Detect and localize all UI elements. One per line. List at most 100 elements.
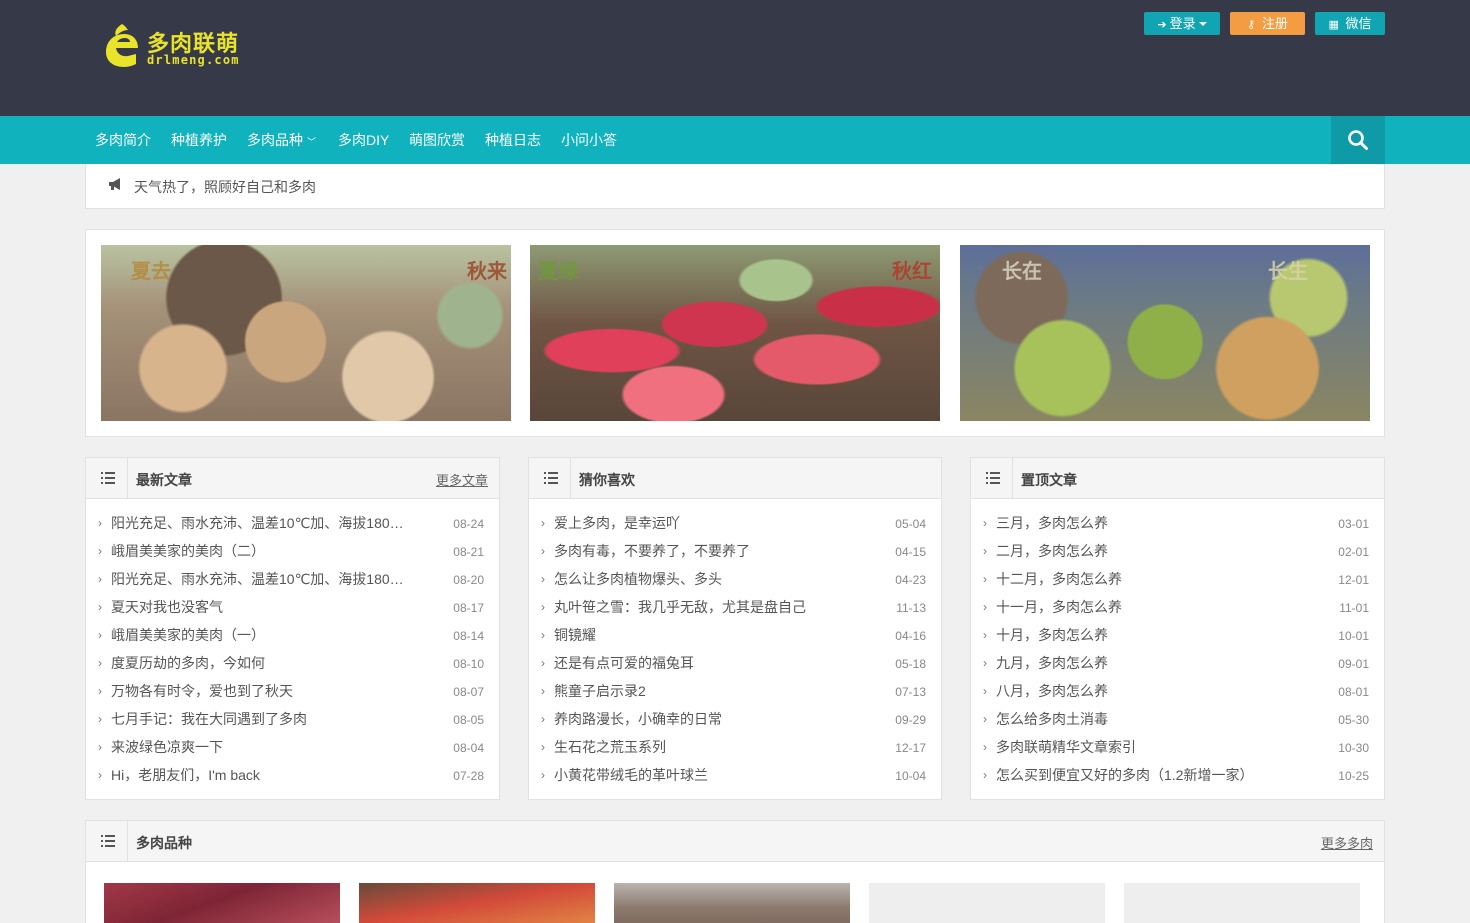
list-item[interactable]: › 爱上多肉，是幸运吖 05-04 [541,513,926,541]
panel-header: 猜你喜欢 [529,458,941,499]
list-item[interactable]: › 多肉联萌精华文章索引 10-30 [983,737,1369,765]
article-title[interactable]: 八月，多肉怎么养 [996,681,1108,701]
list-item[interactable]: › 怎么买到便宜又好的多肉（1.2新增一家） 10-25 [983,765,1369,793]
article-title[interactable]: 爱上多肉，是幸运吖 [554,513,680,533]
login-button[interactable]: ➔ 登录 [1144,12,1220,35]
list-item[interactable]: › 二月，多肉怎么养 02-01 [983,541,1369,569]
list-item[interactable]: › 生石花之荒玉系列 12-17 [541,737,926,765]
list-item[interactable]: › 峨眉美美家的美肉（二） 08-21 [98,541,484,569]
nav-item-diy[interactable]: 多肉DIY [338,116,389,164]
list-item[interactable]: › 八月，多肉怎么养 08-01 [983,681,1369,709]
list-item[interactable]: › 峨眉美美家的美肉（一） 08-14 [98,625,484,653]
article-title[interactable]: 多肉有毒，不要养了，不要养了 [554,541,750,561]
nav-item-intro[interactable]: 多肉简介 [95,116,151,164]
list-item[interactable]: › 十月，多肉怎么养 10-01 [983,625,1369,653]
article-date: 07-28 [453,769,484,783]
panel-title: 最新文章 [136,472,192,488]
list-item[interactable]: › 十一月，多肉怎么养 11-01 [983,597,1369,625]
article-title[interactable]: 阳光充足、雨水充沛、温差10℃加、海拔1800米 [111,513,411,533]
more-varieties-link[interactable]: 更多多肉 [1321,833,1373,852]
article-title[interactable]: 怎么让多肉植物爆头、多头 [554,569,722,589]
list-item[interactable]: › 阳光充足、雨水充沛、温差10℃加、海拔1800米 08-24 [98,513,484,541]
article-title[interactable]: 熊童子启示录2 [554,681,646,701]
article-title[interactable]: 阳光充足、雨水充沛、温差10℃加、海拔1800米 [111,569,411,589]
search-button[interactable] [1331,116,1385,164]
slide-image[interactable]: 长在 长生 [960,245,1370,421]
more-articles-link[interactable]: 更多文章 [436,470,488,489]
article-title[interactable]: 铜镜耀 [554,625,596,645]
list-item[interactable]: › 小黄花带绒毛的革叶球兰 10-04 [541,765,926,793]
article-title[interactable]: 九月，多肉怎么养 [996,653,1108,673]
article-date: 11-13 [896,601,926,615]
variety-thumbnail[interactable] [359,883,595,923]
list-item[interactable]: › Hi，老朋友们，I'm back 07-28 [98,765,484,793]
list-item[interactable]: › 养肉路漫长，小确幸的日常 09-29 [541,709,926,737]
slide-caption-right: 长生 [1268,259,1308,283]
article-title[interactable]: 万物各有时令，爱也到了秋天 [111,681,293,701]
variety-thumbnail[interactable] [869,883,1105,923]
article-title[interactable]: 十二月，多肉怎么养 [996,569,1122,589]
megaphone-icon [109,178,120,190]
list-item[interactable]: › 万物各有时令，爱也到了秋天 08-07 [98,681,484,709]
article-title[interactable]: 度夏历劫的多肉，今如何 [111,653,265,673]
panel-title: 猜你喜欢 [579,472,635,488]
slide-image[interactable]: 夏去 秋来 [101,245,511,421]
article-title[interactable]: 养肉路漫长，小确幸的日常 [554,709,722,729]
site-logo[interactable]: 多肉联萌 drlmeng.com [100,22,250,70]
article-date: 07-13 [895,685,926,699]
article-title[interactable]: 还是有点可爱的福兔耳 [554,653,694,673]
variety-thumbnail[interactable] [1124,883,1360,923]
list-item[interactable]: › 丸叶笹之雪：我几乎无敌，尤其是盘自己 11-13 [541,597,926,625]
list-item[interactable]: › 多肉有毒，不要养了，不要养了 04-15 [541,541,926,569]
article-date: 10-04 [895,769,926,783]
list-item[interactable]: › 还是有点可爱的福兔耳 05-18 [541,653,926,681]
article-title[interactable]: 丸叶笹之雪：我几乎无敌，尤其是盘自己 [554,597,806,617]
article-title[interactable]: 夏天对我也没客气 [111,597,223,617]
list-item[interactable]: › 熊童子启示录2 07-13 [541,681,926,709]
list-item[interactable]: › 怎么给多肉土消毒 05-30 [983,709,1369,737]
article-title[interactable]: 多肉联萌精华文章索引 [996,737,1136,757]
chevron-right-icon: › [541,740,545,754]
section-title: 多肉品种 [136,835,192,851]
list-item[interactable]: › 度夏历劫的多肉，今如何 08-10 [98,653,484,681]
article-date: 10-01 [1338,629,1369,643]
nav-item-care[interactable]: 种植养护 [171,116,227,164]
list-item[interactable]: › 来波绿色凉爽一下 08-04 [98,737,484,765]
variety-thumbnail[interactable] [614,883,850,923]
article-title[interactable]: Hi，老朋友们，I'm back [111,765,260,785]
panel-title: 置顶文章 [1021,472,1077,488]
article-title[interactable]: 怎么给多肉土消毒 [996,709,1108,729]
wechat-button[interactable]: ▦ 微信 [1315,12,1385,35]
article-title[interactable]: 小黄花带绒毛的革叶球兰 [554,765,708,785]
nav-item-diary[interactable]: 种植日志 [485,116,541,164]
nav-item-qa[interactable]: 小问小答 [561,116,617,164]
list-item[interactable]: › 九月，多肉怎么养 09-01 [983,653,1369,681]
article-title[interactable]: 怎么买到便宜又好的多肉（1.2新增一家） [996,765,1253,785]
list-item[interactable]: › 怎么让多肉植物爆头、多头 04-23 [541,569,926,597]
list-item[interactable]: › 夏天对我也没客气 08-17 [98,597,484,625]
variety-thumbnail[interactable] [104,883,340,923]
nav-item-varieties[interactable]: 多肉品种 ﹀ [247,116,316,164]
article-title[interactable]: 三月，多肉怎么养 [996,513,1108,533]
nav-item-gallery[interactable]: 萌图欣赏 [409,116,465,164]
list-item[interactable]: › 三月，多肉怎么养 03-01 [983,513,1369,541]
list-item[interactable]: › 阳光充足、雨水充沛、温差10℃加、海拔1800米 08-20 [98,569,484,597]
article-title[interactable]: 七月手记：我在大同遇到了多肉 [111,709,307,729]
chevron-right-icon: › [541,572,545,586]
slide-image[interactable]: 夏绿 秋红 [530,245,940,421]
article-title[interactable]: 峨眉美美家的美肉（一） [111,625,265,645]
list-item[interactable]: › 七月手记：我在大同遇到了多肉 08-05 [98,709,484,737]
list-item[interactable]: › 铜镜耀 04-16 [541,625,926,653]
article-date: 05-04 [895,517,926,531]
article-title[interactable]: 十一月，多肉怎么养 [996,597,1122,617]
register-button[interactable]: ⚷ 注册 [1230,12,1305,35]
article-title[interactable]: 生石花之荒玉系列 [554,737,666,757]
chevron-right-icon: › [541,628,545,642]
article-title[interactable]: 峨眉美美家的美肉（二） [111,541,265,561]
article-title[interactable]: 十月，多肉怎么养 [996,625,1108,645]
article-date: 02-01 [1338,545,1369,559]
article-title[interactable]: 二月，多肉怎么养 [996,541,1108,561]
panel-header: 最新文章 更多文章 [86,458,499,499]
list-item[interactable]: › 十二月，多肉怎么养 12-01 [983,569,1369,597]
article-title[interactable]: 来波绿色凉爽一下 [111,737,223,757]
